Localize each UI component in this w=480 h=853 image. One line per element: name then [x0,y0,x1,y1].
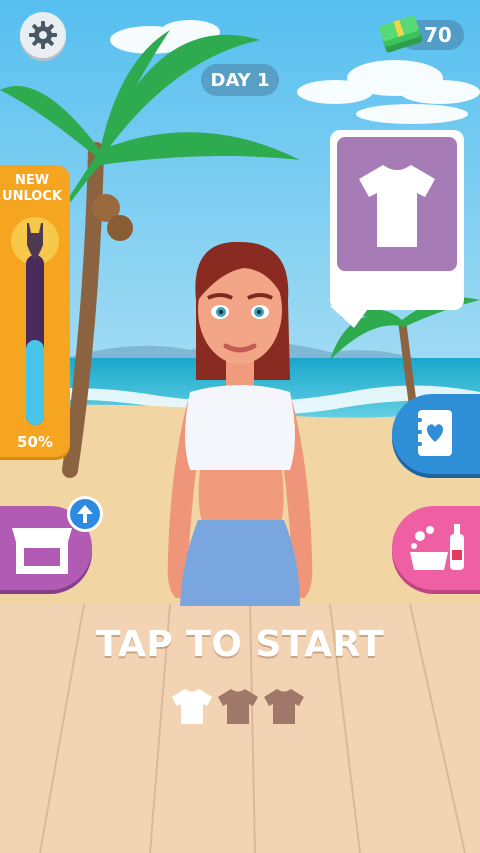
shirt-complete-icon [172,689,212,724]
shirt-progress [172,689,304,724]
unlock-percent: 50% [17,433,53,451]
new-unlock-card[interactable]: NEW UNLOCK 50% [0,165,70,457]
settings-button[interactable] [20,12,66,58]
journal-button[interactable] [392,394,480,474]
laundry-basin-icon [410,524,464,570]
wash-button[interactable] [392,506,480,590]
unlock-title-line1: NEW [14,173,50,188]
heart-notebook-icon [414,410,452,456]
item-preview [337,137,457,271]
unlock-title-line2: UNLOCK [2,189,62,204]
day-badge: DAY 1 [201,64,279,96]
cash-value: 70 [424,23,452,47]
shirt-pending-icon [218,689,258,724]
cash-counter: 70 [378,12,466,54]
unlock-title: NEW UNLOCK [0,173,64,205]
arrow-up-icon [77,505,93,523]
gear-icon [29,21,57,49]
upgrade-badge[interactable] [67,496,103,532]
money-stack-icon [379,16,423,53]
store-icon [12,528,72,574]
unlock-progress-fill [26,340,44,425]
shirt-pending-icon [264,689,304,724]
current-item-card [330,130,464,328]
card-pointer [330,306,370,328]
unlock-progress-bar [11,217,59,425]
tap-to-start-text[interactable]: TAP TO START [0,624,480,665]
tshirt-icon [359,165,435,247]
